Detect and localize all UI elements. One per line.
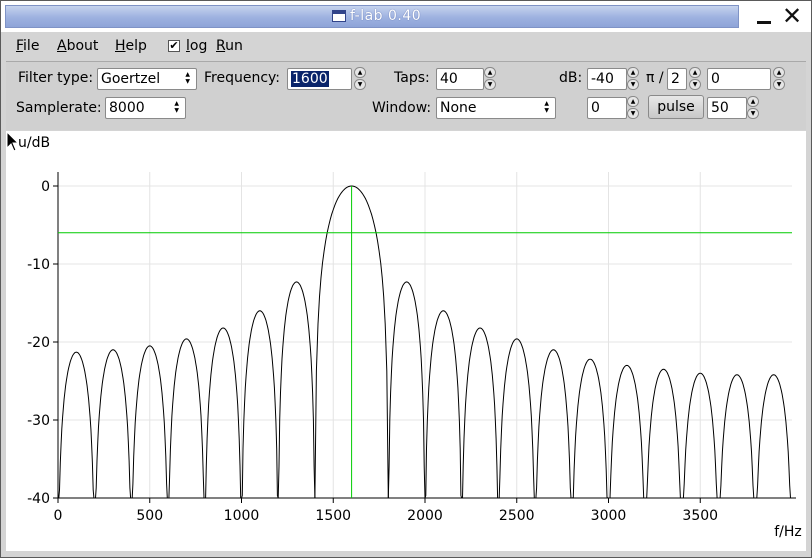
y-tick-label-2: -20 [27,335,50,351]
frequency-response-chart[interactable]: 0 500 1000 1500 2000 2500 3000 3500 0 -10 -20 -30 -4… [6,131,806,551]
window-select[interactable]: None [436,97,556,119]
response-lobe-6 [277,281,316,499]
frequency-spinner[interactable] [354,67,366,91]
response-lobe-18 [755,374,792,499]
response-lobe-8 [387,281,426,499]
db-input[interactable]: -40 [587,68,627,90]
response-lobe-3 [168,338,205,499]
log-label[interactable]: log [186,38,207,54]
frequency-input[interactable]: 1600 [287,68,352,90]
frequency-value: 1600 [291,71,329,87]
phase-spinner[interactable] [773,67,785,91]
response-lobe-12 [535,349,572,499]
pi-divisor-input[interactable]: 2 [667,68,687,90]
menu-help[interactable]: Help [115,38,147,54]
response-lobe-9 [424,310,463,499]
db-spinner[interactable] [627,67,639,91]
phase-input[interactable]: 0 [707,68,771,90]
x-tick-label-7: 3500 [682,508,718,524]
menu-file[interactable]: File [16,38,39,54]
x-tick-label-2: 1000 [224,508,260,524]
x-tick-label-3: 1500 [315,508,351,524]
samplerate-select[interactable]: 8000 [105,97,186,119]
offset-spinner[interactable] [627,96,639,120]
taps-spinner[interactable] [484,67,496,91]
y-tick-label-1: -10 [27,257,50,273]
response-lobe-14 [608,364,646,499]
log-checkbox[interactable]: ✔ [168,40,180,52]
offset-input[interactable]: 0 [587,97,627,119]
title-bar[interactable]: f-lab 0.40 ✕ [1,1,811,32]
response-lobe-13 [571,358,609,499]
y-tick-label-3: -30 [27,413,50,429]
filter-type-label: Filter type: [18,70,94,86]
x-axis-label: f/Hz [774,524,802,540]
plot-area[interactable]: 0 500 1000 1500 2000 2500 3000 3500 0 -10 -20 -30 -4… [6,131,806,551]
controls-panel: Filter type: Goertzel Frequency: 1600 Ta… [6,62,806,130]
y-tick-label-4: -40 [27,491,50,507]
minimize-button[interactable] [755,5,775,27]
filter-type-select[interactable]: Goertzel [97,68,197,90]
pi-label: π / [646,70,664,86]
x-tick-label-0: 0 [54,508,63,524]
menu-run[interactable]: Run [216,38,243,54]
response-lobe-10 [461,327,499,499]
mouse-cursor-icon [6,131,20,152]
app-window: f-lab 0.40 ✕ File About Help ✔ log Run F… [0,0,812,558]
response-lobe-0 [58,351,95,499]
response-lobe-1 [94,349,132,499]
pulse-button[interactable]: pulse [648,95,704,119]
x-tick-label-4: 2000 [407,508,443,524]
response-lobe-15 [645,368,682,499]
samplerate-label: Samplerate: [16,100,102,116]
taps-label: Taps: [394,70,430,86]
menu-about[interactable]: About [57,38,98,54]
window-title: f-lab 0.40 [350,8,422,24]
window-icon [332,10,346,22]
pulse-input[interactable]: 50 [707,97,747,119]
db-label: dB: [559,70,583,86]
close-button[interactable]: ✕ [781,4,803,28]
response-lobe-4 [204,327,242,499]
x-tick-label-1: 500 [136,508,163,524]
taps-input[interactable]: 40 [436,68,484,90]
x-tick-label-6: 3000 [591,508,627,524]
frequency-label: Frequency: [204,70,281,86]
pi-divisor-spinner[interactable] [689,67,701,91]
response-lobe-5 [241,310,279,499]
y-axis-label: u/dB [18,135,50,151]
response-lobe-17 [718,374,756,499]
menu-bar: File About Help ✔ log Run [6,32,806,62]
y-tick-label-0: 0 [41,179,50,195]
pulse-spinner[interactable] [747,96,759,120]
window-label: Window: [372,100,432,116]
x-tick-label-5: 2500 [499,508,535,524]
